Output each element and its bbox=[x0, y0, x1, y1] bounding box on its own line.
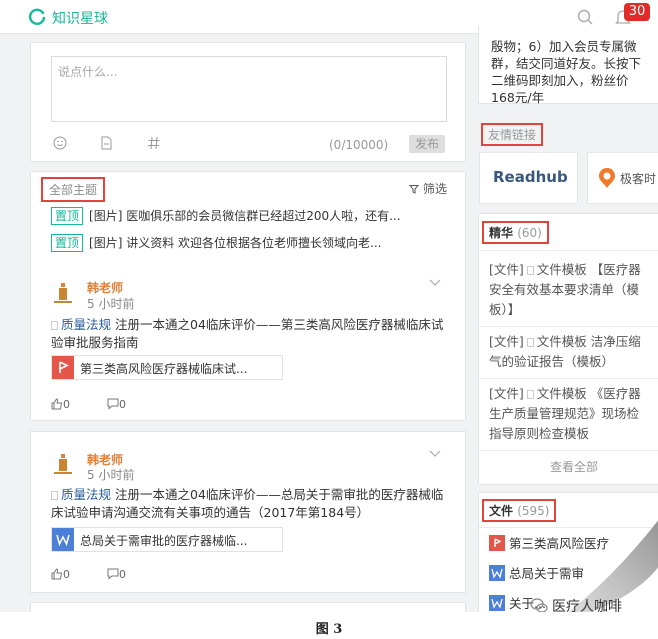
friend-link-jike[interactable]: 极客时 bbox=[587, 152, 658, 204]
char-count: (0/10000) bbox=[329, 138, 389, 152]
item-text: 生产质量管理规范》现场检 bbox=[489, 406, 640, 421]
pinned-text: [图片] 讲义资料 欢迎各位根据各位老师擅长领域向老... bbox=[89, 236, 382, 250]
doc-icon bbox=[51, 321, 58, 330]
post-card: 韩老师 5 小时前 质量法规 注册一本通之04临床评价——总局关于需审批的医疗器… bbox=[30, 431, 466, 593]
info-line: 168元/年 bbox=[491, 90, 545, 105]
pdf-icon bbox=[489, 535, 505, 551]
highlights-label: 精华 bbox=[489, 226, 514, 240]
word-icon bbox=[489, 595, 505, 611]
chevron-down-icon[interactable] bbox=[429, 279, 441, 287]
highlight-item[interactable]: [文件] 文件模板 《医疗器 生产质量管理规范》现场检 指导原则检查模板 bbox=[489, 384, 658, 444]
see-all-link[interactable]: 查看全部 bbox=[479, 458, 658, 475]
divider bbox=[479, 378, 658, 379]
wechat-icon bbox=[530, 598, 548, 612]
emoji-icon[interactable] bbox=[53, 136, 67, 150]
thumbs-up-icon bbox=[51, 398, 63, 410]
friend-links-title: 友情链接 bbox=[481, 123, 544, 146]
figure-caption: 图 3 bbox=[315, 622, 343, 637]
doc-icon bbox=[526, 338, 534, 347]
item-text: 板）】 bbox=[489, 302, 521, 317]
friend-link-readhub[interactable]: Readhub bbox=[479, 152, 578, 204]
doc-icon bbox=[526, 266, 534, 275]
pinned-badge: 置顶 bbox=[51, 207, 84, 225]
screenshot-stage: 知识星球 30 说点什么... (0/10000) 发布 全部主题 筛选 置顶 … bbox=[0, 0, 658, 612]
wechat-watermark: 医疗人咖啡 bbox=[530, 596, 622, 612]
highlights-title[interactable]: 精华 (60) bbox=[482, 221, 549, 244]
pinned-topic[interactable]: 置顶 [图片] 讲义资料 欢迎各位根据各位老师擅长领域向老... bbox=[51, 233, 451, 253]
comment-count: 0 bbox=[119, 398, 126, 411]
attachment[interactable]: 第三类高风险医疗器械临床试... bbox=[51, 355, 283, 380]
chevron-down-icon[interactable] bbox=[429, 450, 441, 458]
divider bbox=[479, 450, 658, 451]
doc-icon bbox=[51, 491, 58, 500]
filter-label: 筛选 bbox=[422, 182, 447, 196]
logo-icon bbox=[28, 8, 46, 25]
comment-icon bbox=[107, 398, 119, 410]
post-body: 质量法规 注册一本通之04临床评价——总局关于需审批的医疗器械临床试验申请沟通交… bbox=[51, 486, 451, 522]
compose-input[interactable]: 说点什么... bbox=[51, 56, 447, 122]
tab-all-topics[interactable]: 全部主题 bbox=[41, 177, 106, 202]
highlights-count: (60) bbox=[517, 226, 542, 240]
item-text: 文件模板 《医疗器 bbox=[536, 386, 641, 401]
attachment-name: 总局关于需审批的医疗器械临... bbox=[80, 534, 248, 548]
highlights-card: 精华 (60) [文件] 文件模板 【医疗器 安全有效基本要求清单（模 板）】 [… bbox=[478, 213, 658, 485]
avatar[interactable] bbox=[51, 281, 75, 305]
filter-icon bbox=[409, 185, 420, 194]
like-button[interactable]: 0 bbox=[51, 568, 70, 581]
item-text: 安全有效基本要求清单（模 bbox=[489, 282, 640, 297]
search-icon[interactable] bbox=[576, 8, 594, 26]
item-text: 文件模板 洁净压缩 bbox=[536, 334, 641, 349]
attachment-name: 第三类高风险医疗器械临床试... bbox=[80, 362, 248, 376]
item-text: 指导原则检查模板 bbox=[489, 426, 590, 441]
divider bbox=[479, 250, 658, 251]
hashtag-icon[interactable] bbox=[147, 136, 161, 150]
attachment[interactable]: 总局关于需审批的医疗器械临... bbox=[51, 527, 283, 552]
compose-card: 说点什么... (0/10000) 发布 bbox=[30, 42, 466, 162]
app-name[interactable]: 知识星球 bbox=[52, 8, 108, 28]
post-time: 5 小时前 bbox=[87, 297, 135, 311]
like-count: 0 bbox=[63, 398, 70, 411]
file-icon[interactable] bbox=[99, 136, 113, 150]
comment-icon bbox=[107, 568, 119, 580]
word-icon bbox=[52, 528, 74, 551]
post-tag[interactable]: 质量法规 bbox=[61, 487, 111, 502]
item-type: [文件] bbox=[489, 334, 524, 349]
post-tag[interactable]: 质量法规 bbox=[61, 317, 111, 332]
comment-count: 0 bbox=[119, 568, 126, 581]
publish-button[interactable]: 发布 bbox=[409, 135, 445, 153]
post-author[interactable]: 韩老师 bbox=[87, 279, 123, 296]
post-body: 质量法规 注册一本通之04临床评价——第三类高风险医疗器械临床试验审批服务指南 bbox=[51, 316, 451, 352]
like-button[interactable]: 0 bbox=[51, 398, 70, 411]
avatar[interactable] bbox=[51, 452, 75, 476]
pinned-badge: 置顶 bbox=[51, 234, 84, 252]
filter-button[interactable]: 筛选 bbox=[409, 180, 447, 197]
compose-placeholder: 说点什么... bbox=[58, 65, 118, 79]
item-text: 文件模板 【医疗器 bbox=[536, 262, 641, 277]
thumbs-up-icon bbox=[51, 568, 63, 580]
group-info-card: 殷物；6）加入会员专属微 群，结交同道好友。长按下 二维码即刻加入，粉丝价 16… bbox=[478, 26, 658, 105]
topics-card: 全部主题 筛选 置顶 [图片] 医咖俱乐部的会员微信群已经超过200人啦，还有..… bbox=[30, 171, 466, 421]
divider bbox=[479, 326, 658, 327]
pinned-topic[interactable]: 置顶 [图片] 医咖俱乐部的会员微信群已经超过200人啦，还有... bbox=[51, 206, 451, 226]
post-time: 5 小时前 bbox=[87, 468, 135, 482]
highlight-item[interactable]: [文件] 文件模板 洁净压缩 气的验证报告（模板） bbox=[489, 332, 658, 372]
jike-logo-icon bbox=[599, 168, 615, 188]
highlight-item[interactable]: [文件] 文件模板 【医疗器 安全有效基本要求清单（模 板）】 bbox=[489, 260, 658, 320]
like-count: 0 bbox=[63, 568, 70, 581]
friend-link-label: 极客时 bbox=[620, 172, 657, 186]
item-text: 气的验证报告（模板） bbox=[489, 354, 615, 369]
pinned-text: [图片] 医咖俱乐部的会员微信群已经超过200人啦，还有... bbox=[89, 209, 401, 223]
item-type: [文件] bbox=[489, 262, 524, 277]
files-label: 文件 bbox=[489, 504, 514, 518]
friend-link-label: Readhub bbox=[493, 168, 568, 186]
comment-button[interactable]: 0 bbox=[107, 568, 126, 581]
item-type: [文件] bbox=[489, 386, 524, 401]
post-card bbox=[30, 602, 466, 612]
pdf-icon bbox=[52, 356, 74, 379]
doc-icon bbox=[526, 390, 534, 399]
notification-badge[interactable]: 30 bbox=[624, 3, 650, 21]
comment-button[interactable]: 0 bbox=[107, 398, 126, 411]
watermark-text: 医疗人咖啡 bbox=[552, 599, 622, 612]
word-icon bbox=[489, 565, 505, 581]
